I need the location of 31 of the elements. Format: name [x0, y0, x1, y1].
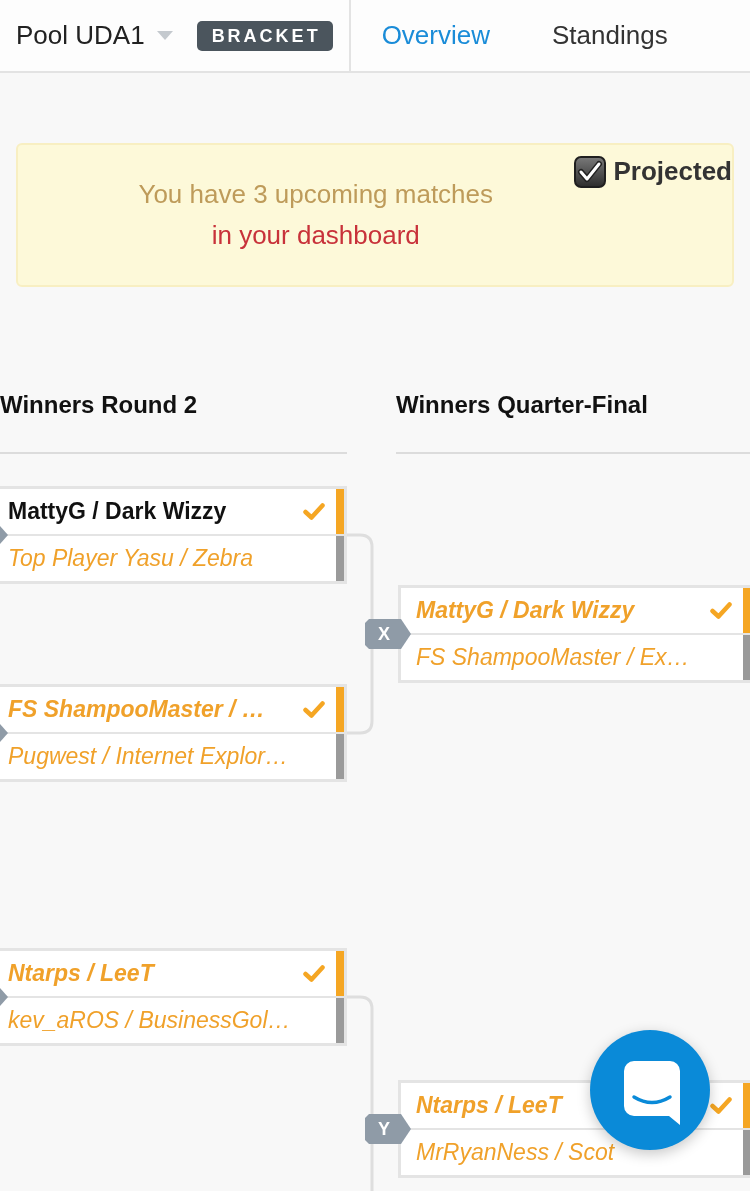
projected-checkbox[interactable]: Projected	[573, 152, 732, 191]
match-tag: Y	[365, 1114, 411, 1144]
chat-bubble-icon	[624, 1061, 680, 1125]
player-name: FS ShampooMaster / Ex…	[416, 643, 690, 673]
view-badge: BRACKET	[196, 20, 333, 51]
check-icon	[303, 965, 325, 982]
check-icon	[303, 503, 325, 520]
round-title: Winners Quarter-Final	[396, 390, 750, 454]
player-name: kev_aROS / BusinessGol…	[8, 1006, 291, 1036]
nav-tab[interactable]: Overview	[381, 16, 490, 55]
player-name: Top Player Yasu / Zebra	[8, 544, 254, 574]
pointer-icon	[0, 988, 8, 1006]
player-name: MattyG / Dark Wizzy	[8, 497, 227, 527]
pointer-icon	[0, 724, 8, 742]
player-name: Ntarps / LeeT	[8, 959, 154, 989]
nav-tab[interactable]: Standings	[552, 16, 668, 55]
check-icon	[303, 701, 325, 718]
check-icon	[710, 1097, 732, 1114]
player-name: FS ShampooMaster / …	[8, 695, 265, 725]
check-icon	[710, 602, 732, 619]
player-name: Pugwest / Internet Explor…	[8, 742, 288, 772]
pool-selector[interactable]: Pool UDA1	[16, 16, 173, 55]
player-name: MattyG / Dark Wizzy	[416, 596, 635, 626]
match-tag: X	[365, 619, 411, 649]
player-name: Ntarps / LeeT	[416, 1091, 562, 1121]
caret-icon	[156, 31, 173, 40]
pointer-icon	[0, 526, 8, 544]
alert-message: You have 3 upcoming matches in your dashboard	[137, 178, 495, 252]
player-name: MrRyanNess / Scot	[416, 1138, 615, 1168]
dashboard-link[interactable]: in your dashboard	[211, 220, 420, 250]
round-title: Winners Round 2	[0, 390, 347, 454]
